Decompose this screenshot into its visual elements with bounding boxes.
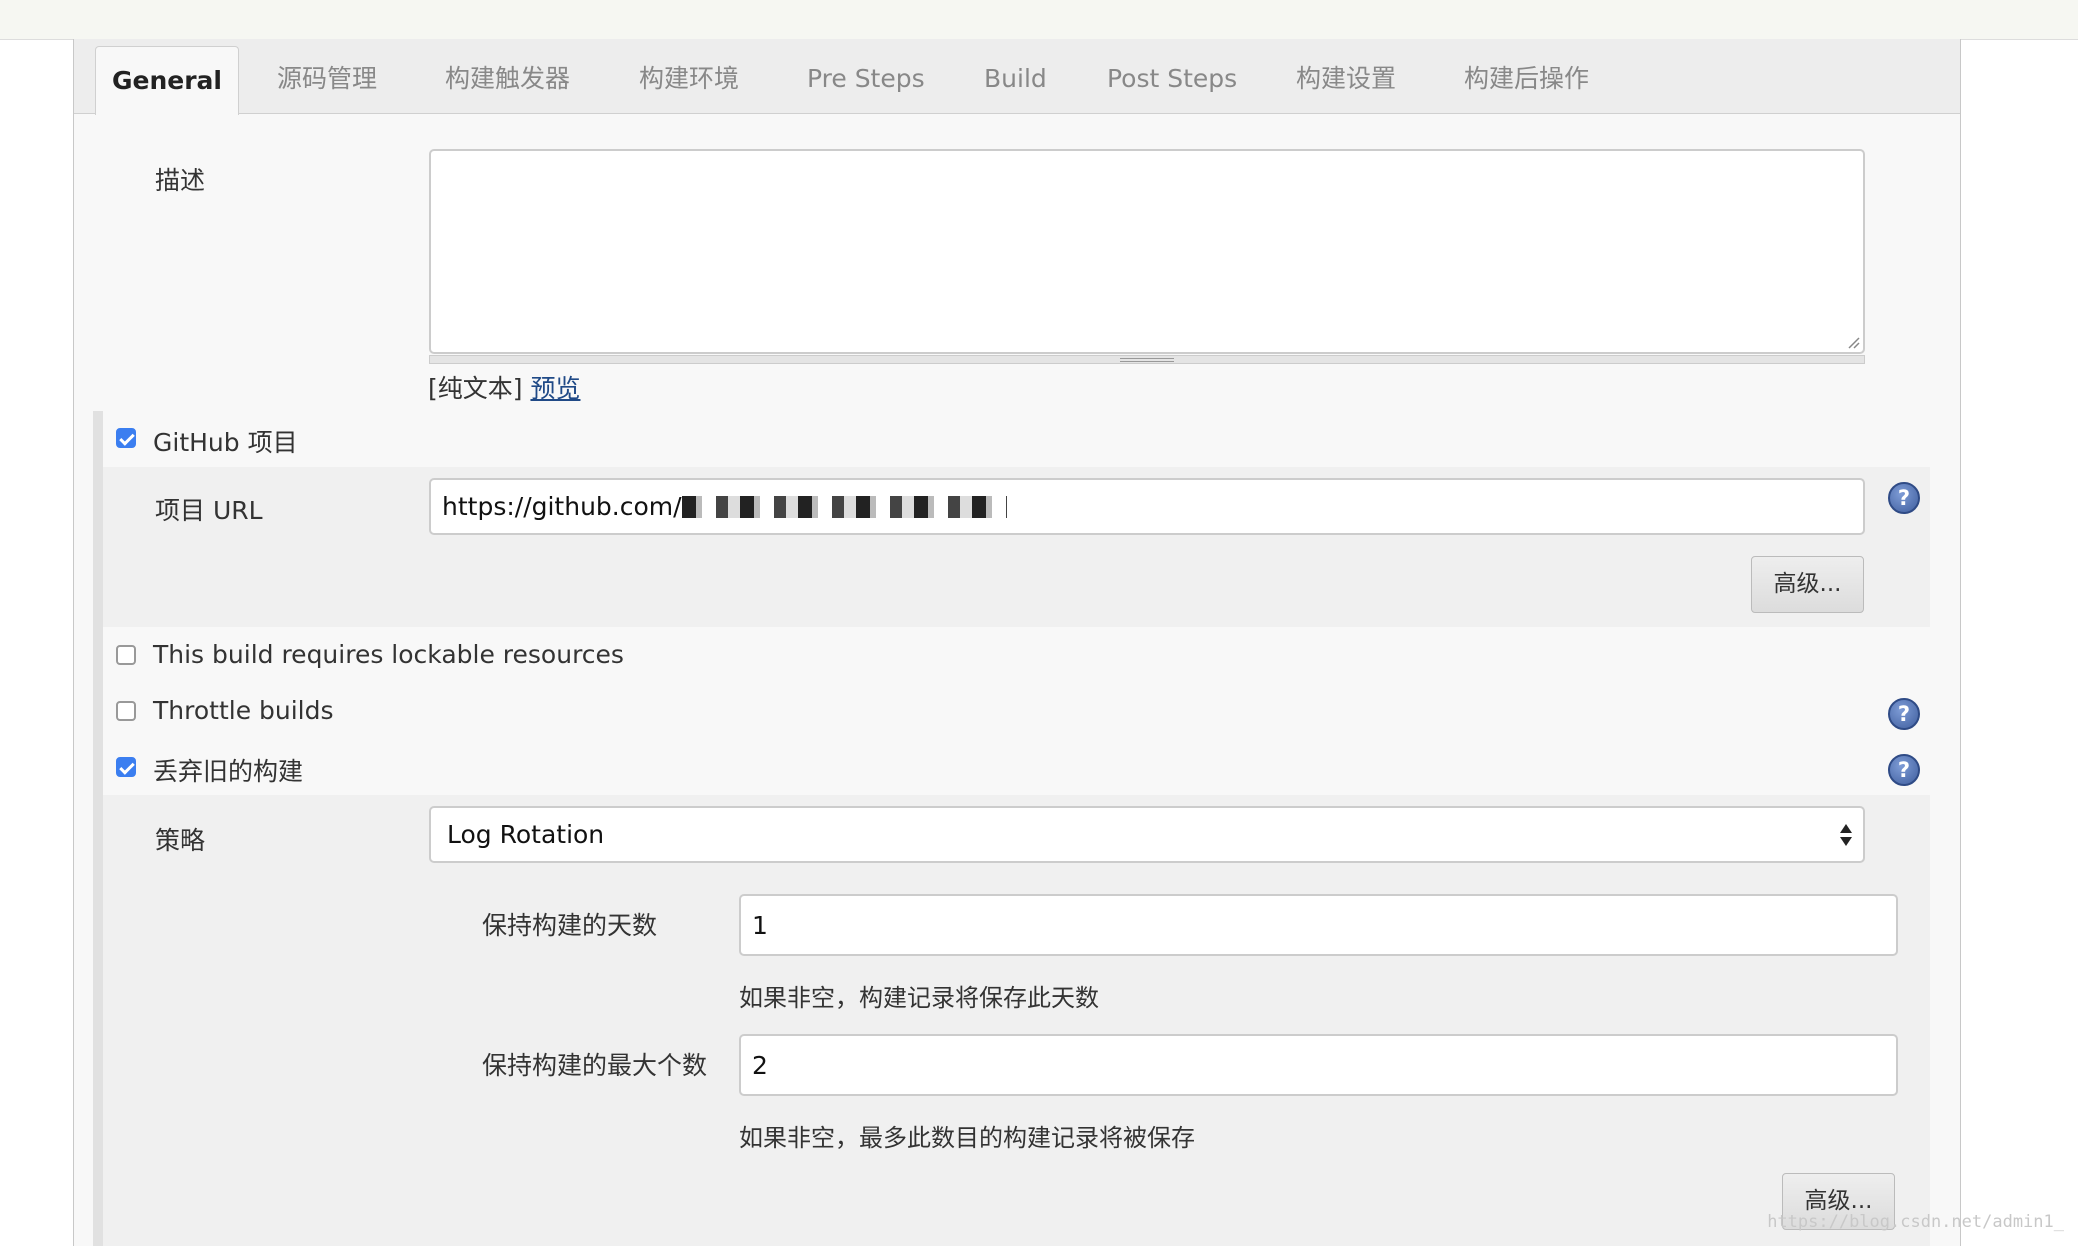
- tab-general[interactable]: General: [95, 46, 239, 115]
- lockable-resources-label: This build requires lockable resources: [153, 640, 624, 669]
- days-to-keep-value: 1: [752, 910, 768, 940]
- tab-build-settings[interactable]: 构建设置: [1296, 39, 1396, 113]
- description-textarea[interactable]: [429, 149, 1865, 354]
- days-to-keep-hint: 如果非空，构建记录将保存此天数: [739, 984, 1099, 1012]
- preview-link[interactable]: 预览: [530, 374, 580, 403]
- project-url-value: https://github.com/: [442, 492, 682, 521]
- project-url-input[interactable]: https://github.com/: [429, 478, 1865, 535]
- tab-build[interactable]: Build: [984, 39, 1047, 113]
- throttle-builds-help-icon[interactable]: ?: [1888, 698, 1920, 730]
- description-label: 描述: [155, 166, 206, 195]
- project-url-label: 项目 URL: [155, 496, 263, 525]
- section-left-border: [93, 411, 103, 1246]
- github-advanced-button[interactable]: 高级...: [1751, 556, 1864, 613]
- tab-pre-steps[interactable]: Pre Steps: [807, 39, 925, 113]
- watermark: https://blog.csdn.net/admin1_: [1767, 1212, 2064, 1232]
- tab-build-triggers[interactable]: 构建触发器: [445, 39, 570, 113]
- top-bar: [0, 0, 2078, 40]
- strategy-label: 策略: [155, 826, 206, 855]
- max-builds-hint: 如果非空，最多此数目的构建记录将被保存: [739, 1124, 1195, 1152]
- tab-build-environment[interactable]: 构建环境: [639, 39, 739, 113]
- textarea-expand-grip[interactable]: [429, 355, 1865, 364]
- tab-post-build-actions[interactable]: 构建后操作: [1464, 39, 1589, 113]
- throttle-builds-checkbox[interactable]: [116, 701, 136, 721]
- discard-old-builds-label: 丢弃旧的构建: [153, 757, 304, 786]
- tab-post-steps[interactable]: Post Steps: [1107, 39, 1237, 113]
- max-builds-input[interactable]: 2: [739, 1034, 1898, 1096]
- strategy-select[interactable]: Log Rotation: [429, 806, 1865, 863]
- discard-old-builds-checkbox[interactable]: [116, 757, 136, 777]
- resize-handle-icon[interactable]: [1846, 335, 1860, 349]
- description-format: [纯文本] 预览: [428, 369, 580, 405]
- project-url-help-icon[interactable]: ?: [1888, 482, 1920, 514]
- github-project-checkbox[interactable]: [116, 428, 136, 448]
- tab-bar: General 源码管理 构建触发器 构建环境 Pre Steps Build …: [74, 39, 1960, 115]
- tab-source-management[interactable]: 源码管理: [277, 39, 377, 113]
- lockable-resources-checkbox[interactable]: [116, 645, 136, 665]
- github-project-label: GitHub 项目: [153, 428, 298, 457]
- strategy-selected-value: Log Rotation: [447, 820, 605, 849]
- max-builds-value: 2: [752, 1050, 768, 1080]
- max-builds-label: 保持构建的最大个数: [482, 1051, 708, 1080]
- select-updown-icon: [1840, 824, 1852, 846]
- days-to-keep-label: 保持构建的天数: [482, 911, 658, 940]
- discard-old-builds-help-icon[interactable]: ?: [1888, 754, 1920, 786]
- days-to-keep-input[interactable]: 1: [739, 894, 1898, 956]
- throttle-builds-label: Throttle builds: [153, 696, 334, 725]
- config-panel: General 源码管理 构建触发器 构建环境 Pre Steps Build …: [73, 39, 1961, 1246]
- redacted-url-part: [681, 495, 1007, 518]
- plain-text-label: [纯文本]: [428, 374, 523, 403]
